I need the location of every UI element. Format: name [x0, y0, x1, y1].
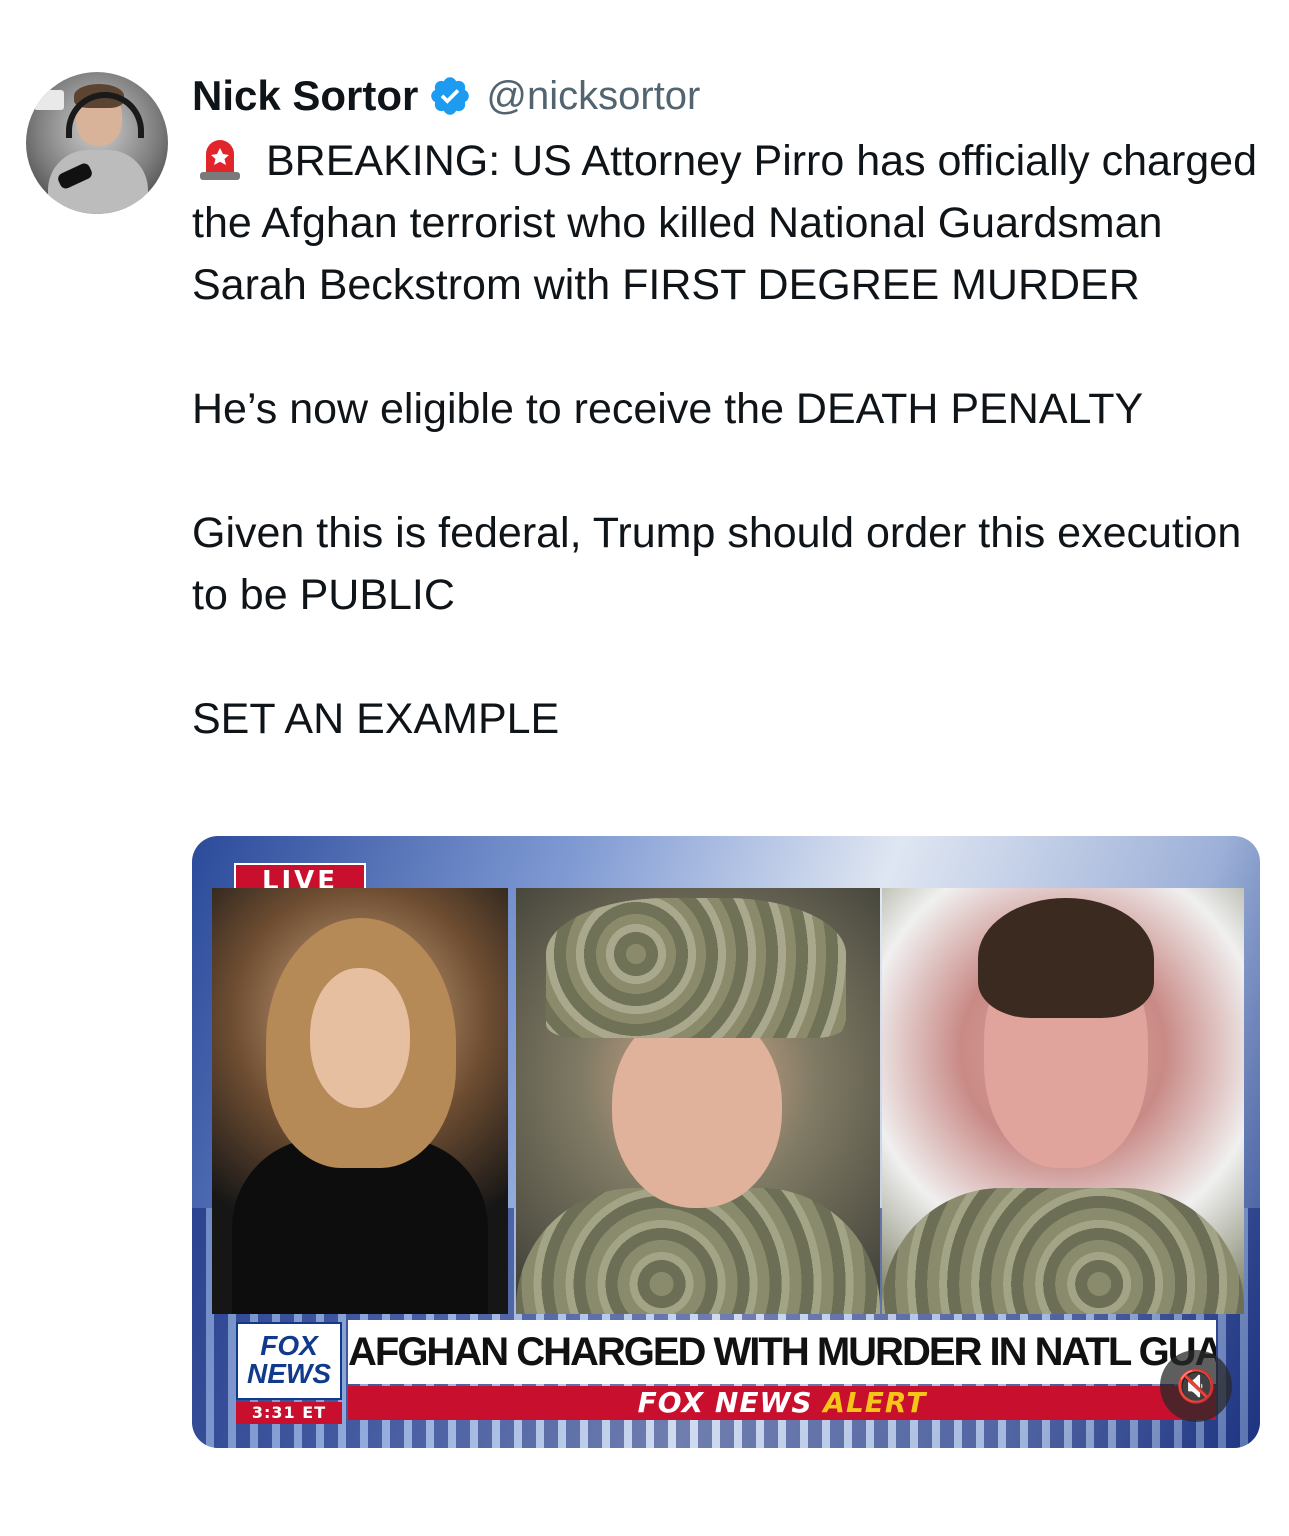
patrol-cap [546, 898, 846, 1038]
alert-prefix: FOX NEWS [637, 1386, 813, 1419]
hair [978, 898, 1154, 1018]
video-player[interactable]: LIVE FOX NEWS 3:31 ET AFGHAN CHARGED WIT… [192, 836, 1260, 1448]
police-light-emoji-icon [200, 140, 240, 180]
tweet-paragraph: SET AN EXAMPLE [192, 695, 560, 743]
author-name[interactable]: Nick Sortor [192, 72, 418, 120]
fox-news-logo: FOX NEWS [236, 1322, 342, 1400]
logo-line-1: FOX [260, 1330, 318, 1361]
tweet-paragraph: He’s now eligible to receive the DEATH P… [192, 385, 1144, 433]
tweet-paragraph-text: BREAKING: US Attorney Pirro has official… [192, 137, 1258, 309]
guardsman-photo-right [882, 888, 1244, 1314]
tweet-paragraph: Given this is federal, Trump should orde… [192, 509, 1242, 619]
muted-speaker-icon[interactable]: 🔇 [1160, 1350, 1232, 1422]
chyron-headline: AFGHAN CHARGED WITH MURDER IN NATL GUARD… [348, 1320, 1216, 1384]
author-avatar[interactable] [26, 72, 168, 214]
face [612, 1008, 782, 1208]
avatar-background-sign [34, 90, 64, 110]
tweet-header: Nick Sortor @nicksortor [192, 70, 700, 122]
uniform [882, 1188, 1244, 1314]
anchor-face [310, 968, 410, 1108]
fox-news-alert-bar: FOX NEWS ALERT [348, 1386, 1216, 1420]
alert-word: ALERT [823, 1386, 927, 1419]
guardsman-photo-left [516, 888, 880, 1314]
tweet-text: BREAKING: US Attorney Pirro has official… [192, 130, 1272, 750]
tweet-paragraph: BREAKING: US Attorney Pirro has official… [192, 130, 1272, 316]
anchor-panel [212, 888, 508, 1314]
logo-line-2: NEWS [247, 1358, 331, 1389]
broadcast-time: 3:31 ET [236, 1402, 342, 1424]
author-handle[interactable]: @nicksortor [486, 74, 700, 119]
verified-badge-icon [431, 77, 470, 115]
